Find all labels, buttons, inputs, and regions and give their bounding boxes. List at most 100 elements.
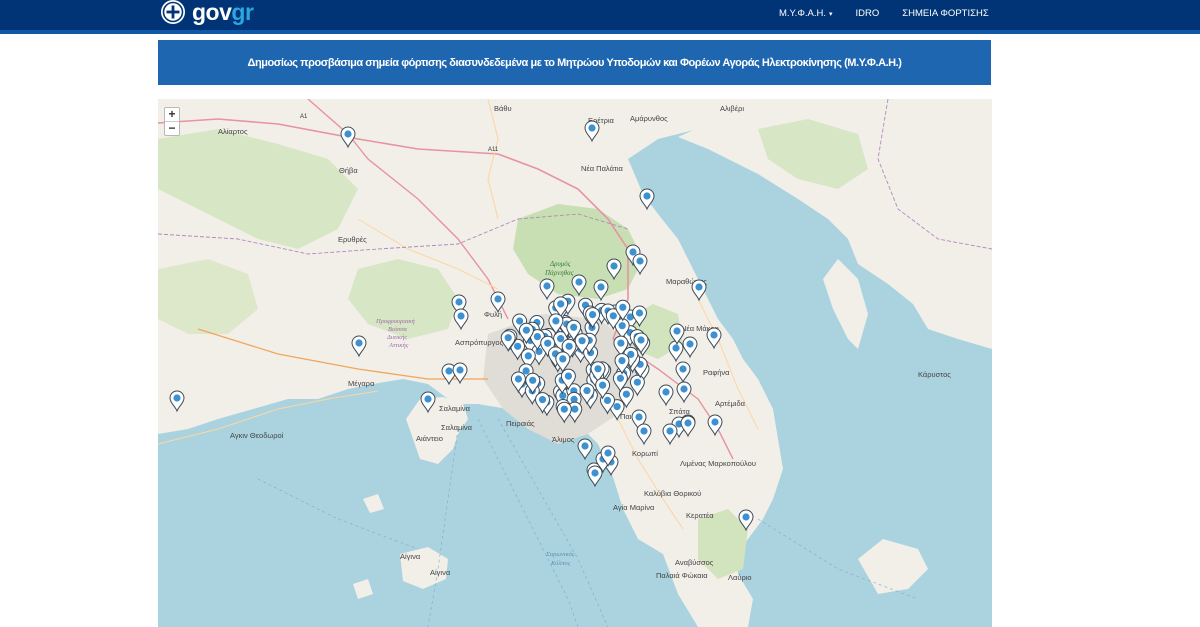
map-pin-dot (355, 339, 363, 347)
map-pin-dot (173, 394, 181, 402)
map-pin-dot (597, 283, 605, 291)
map-pin-dot (588, 124, 596, 132)
place-label: Νέα Παλάτια (581, 164, 624, 173)
map-pin-dot (680, 385, 688, 393)
place-label: Αίγινα (430, 568, 451, 577)
map-background (158, 99, 992, 627)
map-pin-dot (516, 317, 524, 325)
map-pin-dot (662, 388, 670, 396)
place-label: Αναβύσσος (675, 558, 714, 567)
map-pin-dot (559, 392, 567, 400)
place-label: Κάρυστος (918, 370, 951, 379)
map-pin-dot (640, 427, 648, 435)
map-pin-dot (594, 365, 602, 373)
region-label: Προφρουριακή (375, 318, 415, 325)
map-pin-dot (564, 372, 572, 380)
navbar-accent-stripe (0, 30, 1200, 34)
map-pin-dot (617, 339, 625, 347)
place-label: Αμάρυνθος (630, 114, 668, 123)
map-pin-dot (494, 295, 502, 303)
main-nav: Μ.Υ.Φ.Α.Η. ▾ IDRO ΣΗΜΕΙΑ ΦΟΡΤΙΣΗΣ (756, 0, 989, 26)
nav-myfaii-label: Μ.Υ.Φ.Α.Η. (779, 7, 827, 19)
map-pin-dot (695, 283, 703, 291)
map-pin-dot (618, 322, 626, 330)
place-label: Αγία Μαρίνα (613, 503, 655, 512)
place-label: Παλαιά Φώκαια (656, 571, 708, 580)
map-pin-dot (618, 357, 626, 365)
zoom-control: + − (164, 107, 180, 136)
place-label: Αίγινα (400, 552, 421, 561)
map-pin-dot (609, 312, 617, 320)
map-pin-dot (522, 367, 530, 375)
map-pin-dot (455, 298, 463, 306)
map-pin-dot (529, 376, 537, 384)
map-pin-dot (565, 342, 573, 350)
nav-myfaii[interactable]: Μ.Υ.Φ.Α.Η. ▾ (779, 8, 833, 19)
map-pin-dot (633, 378, 641, 386)
road-label: A11 (488, 147, 499, 153)
caret-down-icon: ▾ (829, 10, 833, 18)
map-pin-dot (344, 130, 352, 138)
region-label: Δυτικής (386, 334, 407, 341)
map-pin-dot (636, 257, 644, 265)
map-pin-dot (570, 323, 578, 331)
charging-points-map[interactable]: Αλίαρτος Θήβα Ερυθρές Μέγαρα Σαλαμίνα Αι… (158, 99, 992, 627)
place-label: Πειραιάς (506, 419, 535, 428)
map-pin-dot (619, 303, 627, 311)
logo-text-gov: gov (192, 0, 232, 25)
nav-idro[interactable]: IDRO (856, 8, 880, 19)
map-pin-dot (591, 469, 599, 477)
sea-label: Κόλπος (550, 560, 571, 567)
logo-text-gr: gr (231, 0, 254, 25)
map-pin-dot (742, 513, 750, 521)
map-pin-dot (543, 282, 551, 290)
nav-charging-points[interactable]: ΣΗΜΕΙΑ ΦΟΡΤΙΣΗΣ (902, 8, 988, 19)
zoom-in-button[interactable]: + (165, 108, 179, 121)
map-pin-dot (445, 367, 453, 375)
greek-emblem-icon (161, 0, 185, 24)
map-pin-dot (514, 375, 522, 383)
charging-point-marker[interactable] (577, 438, 593, 461)
place-label: Σαλαμίνα (441, 423, 473, 432)
map-pin-dot (538, 396, 547, 404)
map-pin-dot (504, 334, 512, 342)
map-pin-dot (616, 374, 624, 382)
govgr-logo[interactable]: govgr (160, 0, 254, 27)
place-label: Κερατέα (686, 511, 714, 520)
place-label: Βάθυ (494, 104, 512, 113)
map-pin-dot (589, 311, 597, 319)
map-pin-dot (456, 366, 464, 374)
place-label: Θήβα (339, 166, 358, 175)
place-label: Αγκιν Θεοδωροί (230, 431, 284, 440)
map-pin-dot (610, 262, 618, 270)
map-pin-dot (575, 278, 583, 286)
page-title: Δημοσίως προσβάσιμα σημεία φόρτισης διασ… (247, 56, 902, 69)
zoom-out-button[interactable]: − (165, 121, 179, 135)
map-pin-dot (629, 248, 637, 256)
map-tiles[interactable]: Αλίαρτος Θήβα Ερυθρές Μέγαρα Σαλαμίνα Αι… (158, 99, 992, 627)
map-pin-dot (514, 342, 522, 350)
charging-point-marker[interactable] (587, 465, 603, 488)
map-pin-dot (673, 327, 681, 335)
map-pin-dot (686, 340, 694, 348)
map-pin-dot (599, 381, 607, 389)
place-label: Καλύβια Θορικού (644, 489, 701, 498)
place-label: Αλίαρτος (218, 127, 248, 136)
place-label: Λιμένας Μαρκοπούλου (680, 459, 756, 468)
map-pin-dot (679, 365, 687, 373)
map-pin-dot (559, 355, 567, 363)
map-pin-dot (524, 352, 532, 360)
park-label: Δρυμός (549, 260, 571, 268)
map-pin-dot (522, 326, 530, 334)
road-label: A1 (300, 114, 308, 120)
map-pin-dot (552, 317, 560, 325)
map-pin-dot (684, 419, 692, 427)
map-pin-dot (672, 344, 680, 352)
map-pin-dot (557, 335, 565, 343)
place-label: Μέγαρα (348, 379, 375, 388)
map-pin-dot (583, 387, 591, 395)
map-pin-dot (578, 337, 586, 345)
page-title-banner: Δημοσίως προσβάσιμα σημεία φόρτισης διασ… (158, 40, 991, 85)
map-pin-dot (581, 442, 589, 450)
place-label: Ερυθρές (338, 235, 367, 244)
